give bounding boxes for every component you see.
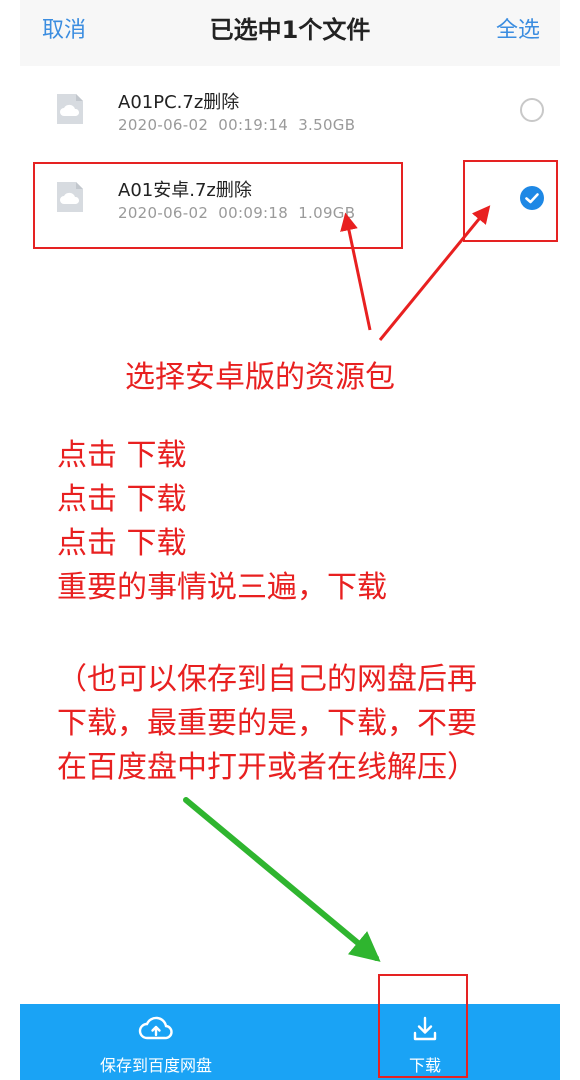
header-bar: 取消 已选中1个文件 全选 [20, 0, 560, 66]
annotation-select-android: 选择安卓版的资源包 [125, 360, 395, 395]
annotation-click-download-1: 点击 下载 [57, 438, 187, 473]
highlight-box-download [378, 974, 468, 1078]
annotation-important-thrice: 重要的事情说三遍，下载 [57, 570, 387, 605]
highlight-box-file [33, 162, 403, 249]
annotation-note-line-2: 下载，最重要的是，下载，不要 [57, 706, 477, 741]
highlight-box-checkbox [463, 160, 558, 242]
page-title: 已选中1个文件 [209, 16, 371, 44]
file-row-pc[interactable]: A01PC.7z删除 2020-06-02 00:19:14 3.50GB [20, 66, 560, 154]
annotation-note-line-1: （也可以保存到自己的网盘后再 [57, 662, 477, 697]
save-to-netdisk-button[interactable]: 保存到百度网盘 [60, 1004, 252, 1080]
save-label: 保存到百度网盘 [99, 1056, 212, 1075]
annotation-click-download-3: 点击 下载 [57, 526, 187, 561]
cloud-file-icon [57, 94, 83, 124]
annotation-note-line-3: 在百度盘中打开或者在线解压） [57, 750, 477, 785]
cloud-upload-icon [138, 1016, 173, 1040]
bottom-action-bar: 保存到百度网盘 下载 [20, 1004, 560, 1080]
file-name: A01PC.7z删除 [118, 92, 240, 113]
select-all-button[interactable]: 全选 [496, 12, 540, 44]
select-radio[interactable] [520, 98, 544, 122]
file-meta: 2020-06-02 00:19:14 3.50GB [118, 116, 356, 134]
annotation-click-download-2: 点击 下载 [57, 482, 187, 517]
